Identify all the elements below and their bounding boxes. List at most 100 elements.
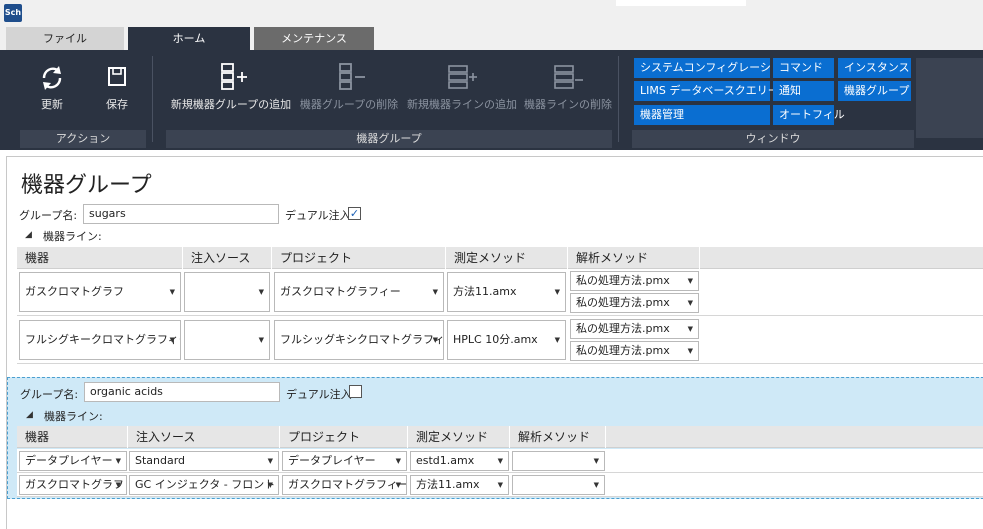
project-value: データプレイヤー (288, 454, 376, 467)
dual-injection-checkbox[interactable]: ✓ (348, 207, 361, 220)
actions-group-label: アクション (20, 130, 146, 148)
tab-file[interactable]: ファイル (6, 27, 124, 50)
delete-instrument-group-button[interactable]: 機器グループの削除 (298, 58, 400, 112)
dual-injection-label: デュアル注入 (286, 388, 352, 401)
title-strip (616, 0, 746, 6)
window-notify[interactable]: 通知 (773, 81, 834, 101)
delete-line-label: 機器ラインの削除 (524, 98, 612, 111)
chevron-down-icon: ▼ (258, 288, 264, 296)
table-row: ガスクロマトグラフ ▼ ▼ ガスクロマトグラフィー ▼ 方法11.amx ▼ 私の処理… (17, 269, 983, 316)
injection-source-select[interactable]: Standard ▼ (129, 451, 279, 471)
window-autofill[interactable]: オートフィル (773, 105, 845, 125)
instrument-select[interactable]: ガスクロマトグラフ ▼ (19, 475, 127, 495)
project-select[interactable]: ガスクロマトグラフィー ▼ (282, 475, 407, 495)
instrument-select[interactable]: フルシグキークロマトグラフィー ▼ (19, 320, 181, 360)
chevron-down-icon: ▼ (687, 277, 693, 285)
window-group-label: ウィンドウ (632, 130, 914, 148)
project-value: ガスクロマトグラフィー (288, 478, 407, 491)
window-lims-query[interactable]: LIMS データベースクエリー (634, 81, 779, 101)
instrument-group-editor: 機器グループ グループ名: sugars デュアル注入 ✓ ◢ 機器ライン: 機… (6, 156, 983, 529)
chevron-down-icon: ▼ (267, 457, 273, 465)
instrument-value: フルシグキークロマトグラフィー (25, 333, 181, 346)
column-header-acquisition-method[interactable]: 測定メソッド (408, 426, 510, 448)
window-command[interactable]: コマンド (773, 58, 834, 78)
chevron-down-icon: ▼ (593, 457, 599, 465)
acquisition-method-select[interactable]: estd1.amx ▼ (410, 451, 509, 471)
window-instrument-management[interactable]: 機器管理 (634, 105, 770, 125)
column-header-project[interactable]: プロジェクト (272, 247, 446, 269)
processing-method-select[interactable]: ▼ (512, 451, 605, 471)
collapse-triangle-icon[interactable]: ◢ (25, 230, 32, 240)
column-header-acquisition-method[interactable]: 測定メソッド (446, 247, 568, 269)
dual-injection-checkbox[interactable] (349, 385, 362, 398)
column-header-injection-source[interactable]: 注入ソース (183, 247, 272, 269)
delete-instrument-line-button[interactable]: 機器ラインの削除 (523, 58, 613, 112)
column-header-injection-source[interactable]: 注入ソース (128, 426, 280, 448)
instrument-group-card-selected[interactable]: グループ名: organic acids デュアル注入 ◢ 機器ライン: 機器 … (7, 377, 983, 499)
processing-method-value: 私の処理方法.pmx (576, 296, 670, 309)
project-value: ガスクロマトグラフィー (280, 285, 401, 298)
add-instrument-group-button[interactable]: 新規機器グループの追加 (168, 58, 294, 112)
acquisition-method-select[interactable]: HPLC 10分.amx ▼ (447, 320, 566, 360)
instrument-group-label: 機器グループ (166, 130, 612, 148)
column-header-processing-method[interactable]: 解析メソッド (568, 247, 700, 269)
processing-method-select[interactable]: 私の処理方法.pmx ▼ (570, 341, 699, 361)
collapse-triangle-icon[interactable]: ◢ (26, 410, 33, 420)
chevron-down-icon: ▼ (267, 481, 273, 489)
acquisition-method-value: 方法11.amx (453, 285, 517, 298)
processing-method-select[interactable]: 私の処理方法.pmx ▼ (570, 319, 699, 339)
chevron-down-icon: ▼ (395, 481, 401, 489)
processing-method-select[interactable]: 私の処理方法.pmx ▼ (570, 271, 699, 291)
injection-source-select[interactable]: ▼ (184, 320, 270, 360)
column-header-instrument[interactable]: 機器 (17, 426, 128, 448)
column-header-instrument[interactable]: 機器 (17, 247, 183, 269)
chevron-down-icon: ▼ (432, 336, 438, 344)
save-label: 保存 (106, 98, 128, 111)
delete-line-icon (554, 65, 583, 89)
instrument-lines-label: 機器ライン: (43, 230, 102, 243)
instrument-select[interactable]: データプレイヤー ▼ (19, 451, 127, 471)
group-name-input[interactable]: sugars (83, 204, 279, 224)
processing-method-select[interactable]: 私の処理方法.pmx ▼ (570, 293, 699, 313)
ribbon: 更新 保存 アクション 新規機器グループの追加 機器グループの削除 新規機器ライ… (0, 50, 983, 150)
add-group-label: 新規機器グループの追加 (170, 98, 292, 111)
refresh-icon (42, 66, 62, 90)
chevron-down-icon: ▼ (554, 336, 560, 344)
window-system-configuration[interactable]: システムコンフィグレーション (634, 58, 793, 78)
tab-home[interactable]: ホーム (128, 27, 250, 50)
chevron-down-icon: ▼ (687, 299, 693, 307)
injection-source-select[interactable]: ▼ (184, 272, 270, 312)
instrument-value: ガスクロマトグラフ (25, 478, 124, 491)
processing-method-value: 私の処理方法.pmx (576, 274, 670, 287)
refresh-button[interactable]: 更新 (26, 58, 78, 112)
save-button[interactable]: 保存 (92, 58, 142, 112)
project-select[interactable]: ガスクロマトグラフィー ▼ (274, 272, 444, 312)
instrument-lines-header: 機器 注入ソース プロジェクト 測定メソッド 解析メソッド (17, 247, 983, 269)
window-instance[interactable]: インスタンス (838, 58, 911, 78)
acquisition-method-select[interactable]: 方法11.amx ▼ (410, 475, 509, 495)
chevron-down-icon: ▼ (687, 347, 693, 355)
project-select[interactable]: フルシッグキシクロマトグラフィー ▼ (274, 320, 444, 360)
add-group-icon (221, 63, 247, 90)
chevron-down-icon: ▼ (497, 481, 503, 489)
processing-method-select[interactable]: ▼ (512, 475, 605, 495)
group-name-input[interactable]: organic acids (84, 382, 280, 402)
delete-group-icon (339, 63, 365, 90)
column-header-project[interactable]: プロジェクト (280, 426, 408, 448)
dual-injection-label: デュアル注入 (285, 209, 351, 222)
group-name-label: グループ名: (20, 388, 79, 401)
column-header-processing-method[interactable]: 解析メソッド (510, 426, 606, 448)
injection-source-value: GC インジェクタ - フロント (135, 478, 276, 491)
chevron-down-icon: ▼ (554, 288, 560, 296)
injection-source-value: Standard (135, 454, 186, 467)
chevron-down-icon: ▼ (432, 288, 438, 296)
acquisition-method-select[interactable]: 方法11.amx ▼ (447, 272, 566, 312)
instrument-group-card[interactable]: グループ名: sugars デュアル注入 ✓ ◢ 機器ライン: 機器 注入ソース… (7, 201, 983, 369)
window-instrument-group[interactable]: 機器グループ (838, 81, 911, 101)
project-select[interactable]: データプレイヤー ▼ (282, 451, 407, 471)
tab-maintenance[interactable]: メンテナンス (254, 27, 374, 50)
chevron-down-icon: ▼ (258, 336, 264, 344)
injection-source-select[interactable]: GC インジェクタ - フロント ▼ (129, 475, 279, 495)
add-instrument-line-button[interactable]: 新規機器ラインの追加 (404, 58, 520, 112)
instrument-select[interactable]: ガスクロマトグラフ ▼ (19, 272, 181, 312)
